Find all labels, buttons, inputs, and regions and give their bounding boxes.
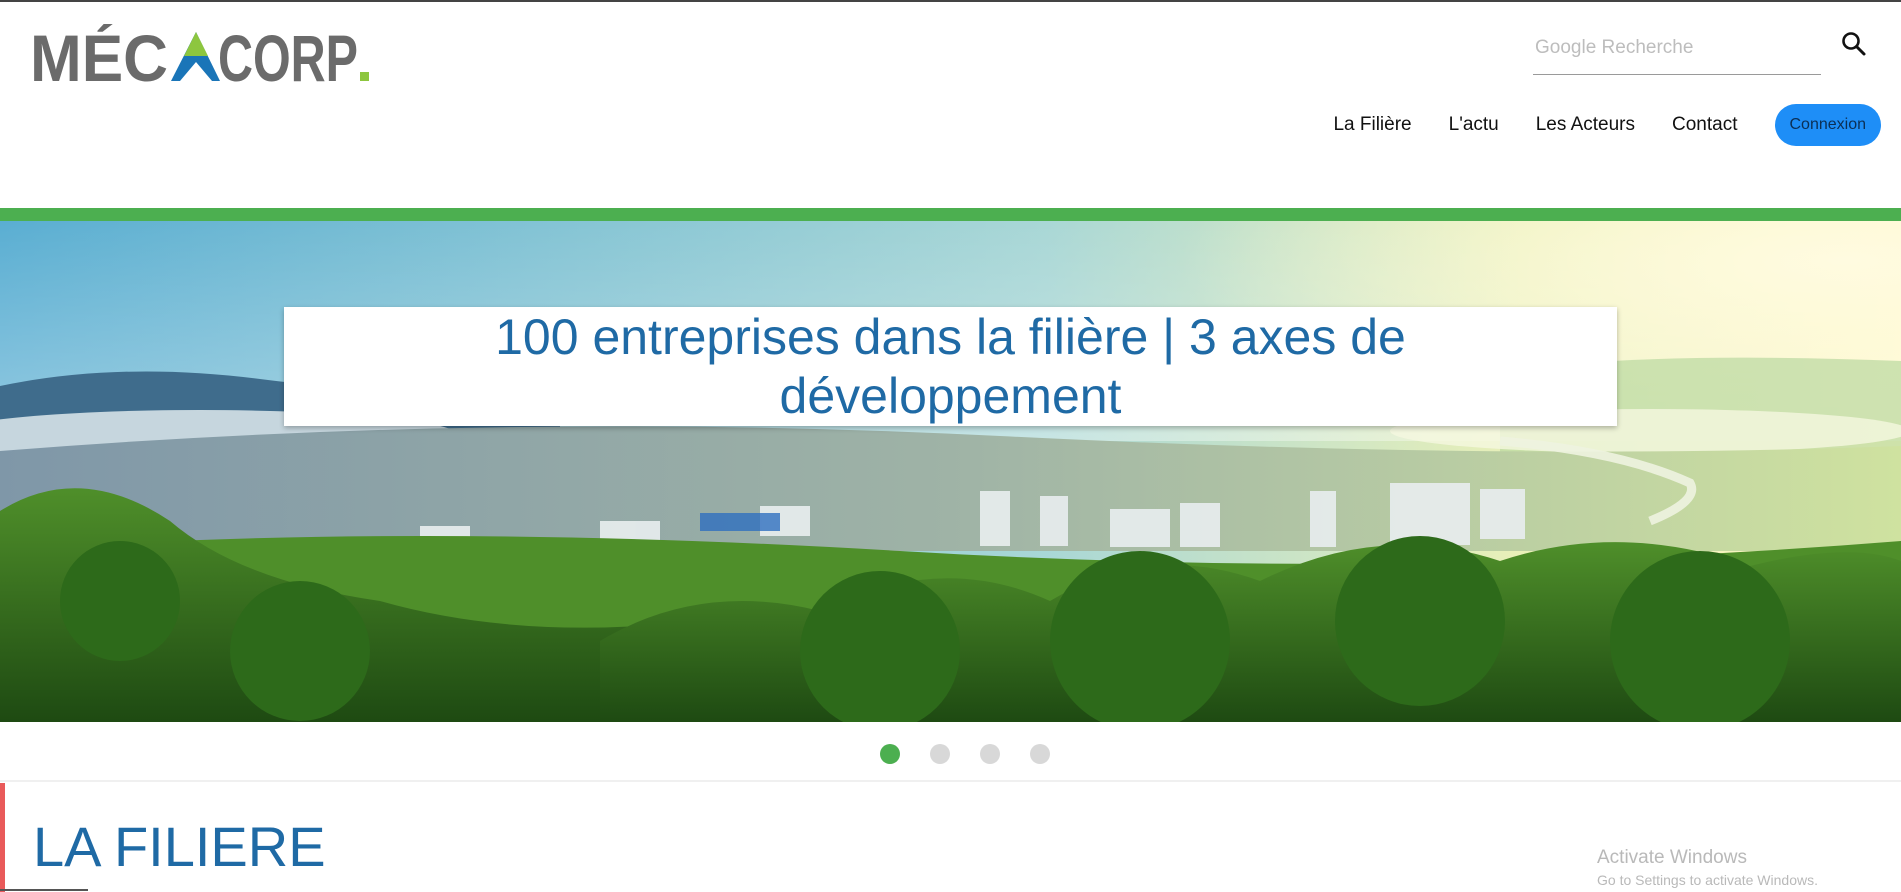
- watermark-subtitle: Go to Settings to activate Windows.: [1597, 872, 1818, 888]
- section-accent-bar: [0, 783, 5, 892]
- brand-logo[interactable]: MÉC CORP: [30, 24, 375, 86]
- nav-item-acteurs[interactable]: Les Acteurs: [1536, 114, 1635, 136]
- header-accent-bar: [0, 208, 1901, 221]
- watermark-title: Activate Windows: [1597, 847, 1747, 868]
- svg-text:MÉC: MÉC: [30, 24, 168, 86]
- hero-carousel[interactable]: 100 entreprises dans la filière | 3 axes…: [0, 221, 1901, 722]
- section-underline: [0, 889, 88, 891]
- nav-item-contact[interactable]: Contact: [1672, 114, 1737, 136]
- login-button[interactable]: Connexion: [1774, 104, 1881, 146]
- section-title: LA FILIERE: [33, 815, 326, 878]
- carousel-dot-4[interactable]: [1030, 744, 1050, 764]
- nav-item-la-filiere[interactable]: La Filière: [1333, 114, 1411, 136]
- section-divider: [0, 780, 1901, 782]
- carousel-dot-1[interactable]: [880, 744, 900, 764]
- carousel-dots: [865, 744, 1065, 764]
- search-input[interactable]: [1533, 30, 1817, 66]
- hero-caption-text: 100 entreprises dans la filière | 3 axes…: [495, 308, 1406, 424]
- svg-text:CORP: CORP: [218, 24, 358, 86]
- site-header: MÉC CORP La Filière L'actu Les Acteurs C…: [0, 2, 1901, 208]
- carousel-dot-2[interactable]: [930, 744, 950, 764]
- windows-activation-watermark: Activate Windows Go to Settings to activ…: [1597, 846, 1818, 890]
- carousel-dot-3[interactable]: [980, 744, 1000, 764]
- nav-item-actu[interactable]: L'actu: [1449, 114, 1499, 136]
- main-nav: La Filière L'actu Les Acteurs Contact Co…: [1333, 103, 1881, 147]
- search-icon[interactable]: [1839, 29, 1869, 59]
- hero-caption: 100 entreprises dans la filière | 3 axes…: [284, 307, 1617, 426]
- hero-image: [0, 221, 1901, 722]
- search-box: [1533, 26, 1821, 75]
